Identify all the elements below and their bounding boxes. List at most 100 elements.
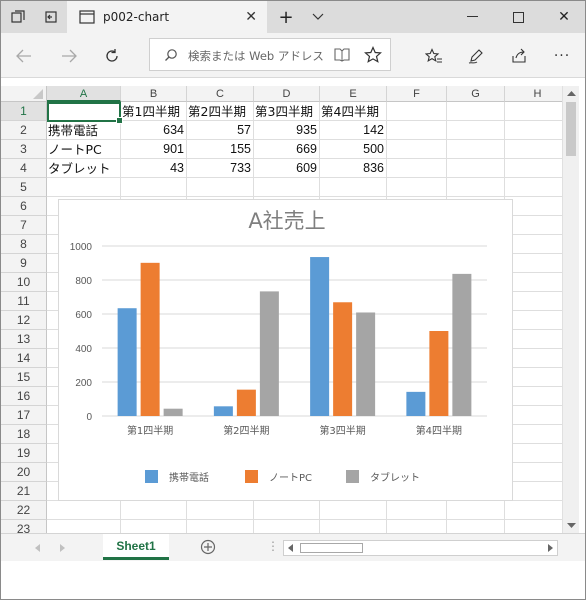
row-header-23[interactable]: 23: [1, 520, 47, 533]
value-cell[interactable]: 155: [188, 140, 254, 159]
row-header-19[interactable]: 19: [1, 444, 47, 463]
sheet-tab-sheet1[interactable]: Sheet1: [103, 534, 169, 560]
reading-view-icon[interactable]: [327, 39, 357, 70]
refresh-icon[interactable]: [99, 43, 125, 69]
row-header-13[interactable]: 13: [1, 330, 47, 349]
value-cell[interactable]: 901: [122, 140, 187, 159]
favorite-star-icon[interactable]: [357, 39, 389, 70]
row-header-22[interactable]: 22: [1, 501, 47, 520]
horizontal-scrollbar[interactable]: [283, 540, 558, 556]
active-cell-selection[interactable]: [47, 102, 123, 124]
quarter-header-cell[interactable]: 第4四半期: [321, 102, 387, 121]
value-cell[interactable]: 935: [255, 121, 320, 140]
bar-3-3[interactable]: [356, 312, 376, 416]
column-header-c[interactable]: C: [187, 86, 254, 102]
pen-notes-icon[interactable]: [463, 43, 489, 69]
value-cell[interactable]: 634: [122, 121, 187, 140]
row-header-4[interactable]: 4: [1, 159, 47, 178]
maximize-icon[interactable]: [495, 1, 541, 33]
scroll-right-icon[interactable]: [547, 544, 553, 552]
bar-1-2[interactable]: [213, 406, 233, 416]
bar-3-4[interactable]: [452, 273, 472, 416]
quarter-header-cell[interactable]: 第3四半期: [255, 102, 320, 121]
row-header-15[interactable]: 15: [1, 368, 47, 387]
scroll-up-icon[interactable]: [567, 90, 576, 97]
product-label-cell[interactable]: ノートPC: [48, 140, 121, 159]
sales-chart[interactable]: A社売上 0 200 400 600 800 1000 第1四半期 第2四半期 第3四半期 第4四…: [58, 199, 513, 501]
quarter-header-cell[interactable]: 第2四半期: [188, 102, 254, 121]
column-header-e[interactable]: E: [320, 86, 387, 102]
row-header-20[interactable]: 20: [1, 463, 47, 482]
value-cell[interactable]: 57: [188, 121, 254, 140]
bar-2-4[interactable]: [429, 331, 449, 416]
address-bar[interactable]: 検索または Web アドレス: [149, 38, 391, 71]
column-header-f[interactable]: F: [387, 86, 447, 102]
back-arrow-icon[interactable]: [11, 43, 37, 69]
row-header-17[interactable]: 17: [1, 406, 47, 425]
value-cell[interactable]: 609: [255, 159, 320, 178]
row-header-5[interactable]: 5: [1, 178, 47, 197]
row-header-9[interactable]: 9: [1, 254, 47, 273]
select-all-corner[interactable]: [1, 86, 47, 102]
vertical-scroll-thumb[interactable]: [566, 102, 576, 156]
row-header-7[interactable]: 7: [1, 216, 47, 235]
row-header-6[interactable]: 6: [1, 197, 47, 216]
bar-3-1[interactable]: [163, 408, 183, 416]
favorites-hub-icon[interactable]: [421, 43, 447, 69]
more-options-icon[interactable]: ···: [549, 43, 575, 69]
bar-1-3[interactable]: [310, 257, 330, 416]
value-cell[interactable]: 733: [188, 159, 254, 178]
tab-actions-icon[interactable]: [1, 1, 34, 33]
row-header-11[interactable]: 11: [1, 292, 47, 311]
add-sheet-icon[interactable]: [200, 539, 216, 555]
value-cell[interactable]: 500: [321, 140, 387, 159]
column-header-b[interactable]: B: [121, 86, 187, 102]
column-header-d[interactable]: D: [254, 86, 320, 102]
row-header-2[interactable]: 2: [1, 121, 47, 140]
bar-1-1[interactable]: [117, 308, 137, 416]
share-icon[interactable]: [506, 43, 532, 69]
bar-2-3[interactable]: [333, 302, 353, 416]
bar-2-1[interactable]: [140, 262, 160, 416]
value-cell[interactable]: 836: [321, 159, 387, 178]
product-label-cell[interactable]: タブレット: [48, 159, 121, 178]
row-header-10[interactable]: 10: [1, 273, 47, 292]
horizontal-scroll-thumb[interactable]: [300, 543, 363, 553]
value-cell[interactable]: 43: [122, 159, 187, 178]
row-header-12[interactable]: 12: [1, 311, 47, 330]
legend-swatch: [145, 470, 158, 483]
quarter-header-cell[interactable]: 第1四半期: [122, 102, 187, 121]
close-tab-icon[interactable]: ✕: [245, 9, 257, 25]
row-header-8[interactable]: 8: [1, 235, 47, 254]
browser-tab[interactable]: p002-chart ✕: [67, 1, 267, 33]
tab-list-chevron-icon[interactable]: [305, 1, 331, 33]
row-header-18[interactable]: 18: [1, 425, 47, 444]
gridline: [47, 519, 571, 520]
row-header-3[interactable]: 3: [1, 140, 47, 159]
minimize-icon[interactable]: [449, 1, 495, 33]
splitter-handle-icon[interactable]: ⋮: [267, 539, 279, 553]
new-tab-icon[interactable]: +: [273, 1, 299, 33]
row-header-1[interactable]: 1: [1, 102, 47, 121]
product-label-cell[interactable]: 携帯電話: [48, 121, 121, 140]
column-header-g[interactable]: G: [447, 86, 505, 102]
forward-arrow-icon[interactable]: [56, 43, 82, 69]
row-header-21[interactable]: 21: [1, 482, 47, 501]
back-tabs-icon[interactable]: [34, 1, 67, 33]
value-cell[interactable]: 142: [321, 121, 387, 140]
column-header-a[interactable]: A: [47, 86, 121, 102]
next-sheet-icon[interactable]: [59, 543, 67, 553]
close-window-icon[interactable]: ✕: [541, 1, 585, 33]
bar-1-4[interactable]: [406, 391, 426, 416]
bar-3-2[interactable]: [259, 291, 279, 416]
scroll-down-icon[interactable]: [567, 522, 576, 529]
category-label: 第4四半期: [416, 424, 462, 437]
scroll-left-icon[interactable]: [288, 544, 294, 552]
value-cell[interactable]: 669: [255, 140, 320, 159]
bar-2-2[interactable]: [236, 389, 256, 416]
prev-sheet-icon[interactable]: [33, 543, 41, 553]
row-header-14[interactable]: 14: [1, 349, 47, 368]
row-header-16[interactable]: 16: [1, 387, 47, 406]
vertical-scrollbar[interactable]: [562, 86, 579, 534]
y-tick-label: 600: [75, 310, 92, 321]
